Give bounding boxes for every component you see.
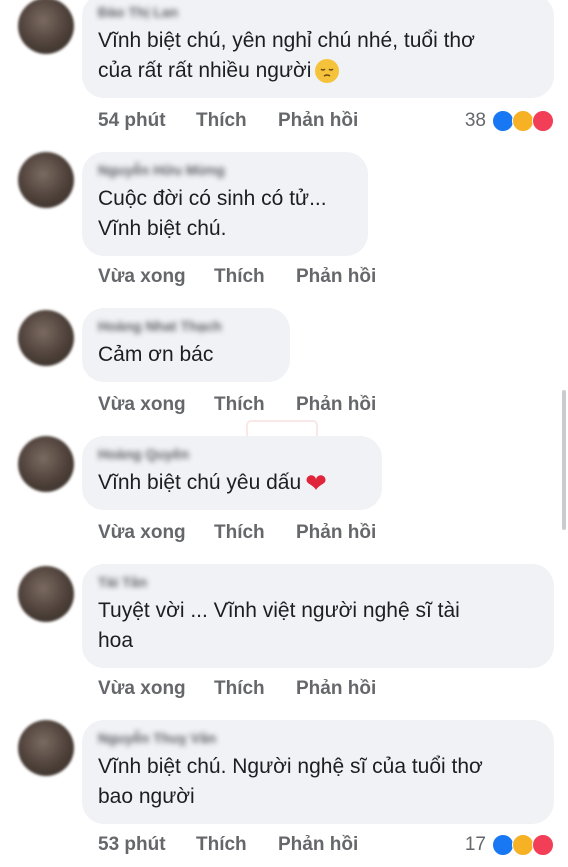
comment-actions: Vừa xong Thích Phản hồi xyxy=(98,266,376,288)
author-name[interactable]: Đào Thị Lan xyxy=(98,4,538,22)
comment-text: Cuộc đời có sinh có tử... Vĩnh biệt chú. xyxy=(98,187,327,240)
comment-actions: 54 phút Thích Phản hồi xyxy=(98,110,358,132)
scrollbar[interactable] xyxy=(562,390,566,530)
comment-bubble: Tài Tân Tuyệt vời ... Vĩnh việt người ng… xyxy=(82,564,554,668)
love-icon xyxy=(532,834,554,856)
comment-text: Vĩnh biệt chú. Người nghệ sĩ của tuổi th… xyxy=(98,755,483,808)
like-icon xyxy=(492,110,514,132)
comment-text: Tuyệt vời ... Vĩnh việt người nghệ sĩ tà… xyxy=(98,599,460,652)
reaction-summary[interactable]: 38 xyxy=(465,110,554,132)
timestamp[interactable]: 53 phút xyxy=(98,834,196,856)
timestamp[interactable]: Vừa xong xyxy=(98,522,214,544)
timestamp[interactable]: Vừa xong xyxy=(98,394,214,416)
reply-button[interactable]: Phản hồi xyxy=(296,678,376,700)
comment-bubble: Hoàng Quyên Vĩnh biệt chú yêu dấu ❤ xyxy=(82,436,382,510)
author-name[interactable]: Hoàng Quyên xyxy=(98,446,366,464)
like-button[interactable]: Thích xyxy=(214,678,296,700)
comment-actions: 53 phút Thích Phản hồi xyxy=(98,834,358,856)
like-button[interactable]: Thích xyxy=(196,834,278,856)
reply-button[interactable]: Phản hồi xyxy=(296,266,376,288)
timestamp[interactable]: Vừa xong xyxy=(98,678,214,700)
comment-bubble: Hoàng Nhat Thạch Cảm ơn bác xyxy=(82,308,290,382)
reaction-count: 38 xyxy=(464,110,486,131)
pensive-face-icon xyxy=(315,59,340,84)
comment-actions: Vừa xong Thích Phản hồi xyxy=(98,394,376,416)
avatar[interactable] xyxy=(18,310,74,366)
comment-bubble: Đào Thị Lan Vĩnh biệt chú, yên nghỉ chú … xyxy=(82,0,554,98)
red-heart-icon: ❤ xyxy=(305,468,327,499)
reply-button[interactable]: Phản hồi xyxy=(278,834,358,856)
reply-button[interactable]: Phản hồi xyxy=(296,394,376,416)
like-button[interactable]: Thích xyxy=(214,266,296,288)
sad-icon xyxy=(512,110,534,132)
comment-text: Vĩnh biệt chú, yên nghỉ chú nhé, tuổi th… xyxy=(98,29,475,84)
like-button[interactable]: Thích xyxy=(214,394,296,416)
avatar[interactable] xyxy=(18,720,74,776)
like-button[interactable]: Thích xyxy=(196,110,278,132)
timestamp[interactable]: Vừa xong xyxy=(98,266,214,288)
comment-bubble: Nguyễn Thuỵ Vân Vĩnh biệt chú. Người ngh… xyxy=(82,720,554,824)
author-name[interactable]: Nguyễn Hữu Mừng xyxy=(98,162,352,180)
author-name[interactable]: Tài Tân xyxy=(98,574,538,592)
love-icon xyxy=(532,110,554,132)
comment-text: Vĩnh biệt chú yêu dấu ❤ xyxy=(98,468,327,499)
author-name[interactable]: Nguyễn Thuỵ Vân xyxy=(98,730,538,748)
like-icon xyxy=(492,834,514,856)
avatar[interactable] xyxy=(18,436,74,492)
comment-actions: Vừa xong Thích Phản hồi xyxy=(98,522,376,544)
comment-text: Cảm ơn bác xyxy=(98,343,214,366)
timestamp[interactable]: 54 phút xyxy=(98,110,196,132)
reply-button[interactable]: Phản hồi xyxy=(296,522,376,544)
author-name[interactable]: Hoàng Nhat Thạch xyxy=(98,318,274,336)
reply-button[interactable]: Phản hồi xyxy=(278,110,358,132)
reaction-summary[interactable]: 17 xyxy=(465,834,554,856)
avatar[interactable] xyxy=(18,0,74,54)
comment-actions: Vừa xong Thích Phản hồi xyxy=(98,678,376,700)
comment-bubble: Nguyễn Hữu Mừng Cuộc đời có sinh có tử..… xyxy=(82,152,368,256)
avatar[interactable] xyxy=(18,152,74,208)
avatar[interactable] xyxy=(18,566,74,622)
sad-icon xyxy=(512,834,534,856)
reaction-count: 17 xyxy=(464,834,486,855)
like-button[interactable]: Thích xyxy=(214,522,296,544)
